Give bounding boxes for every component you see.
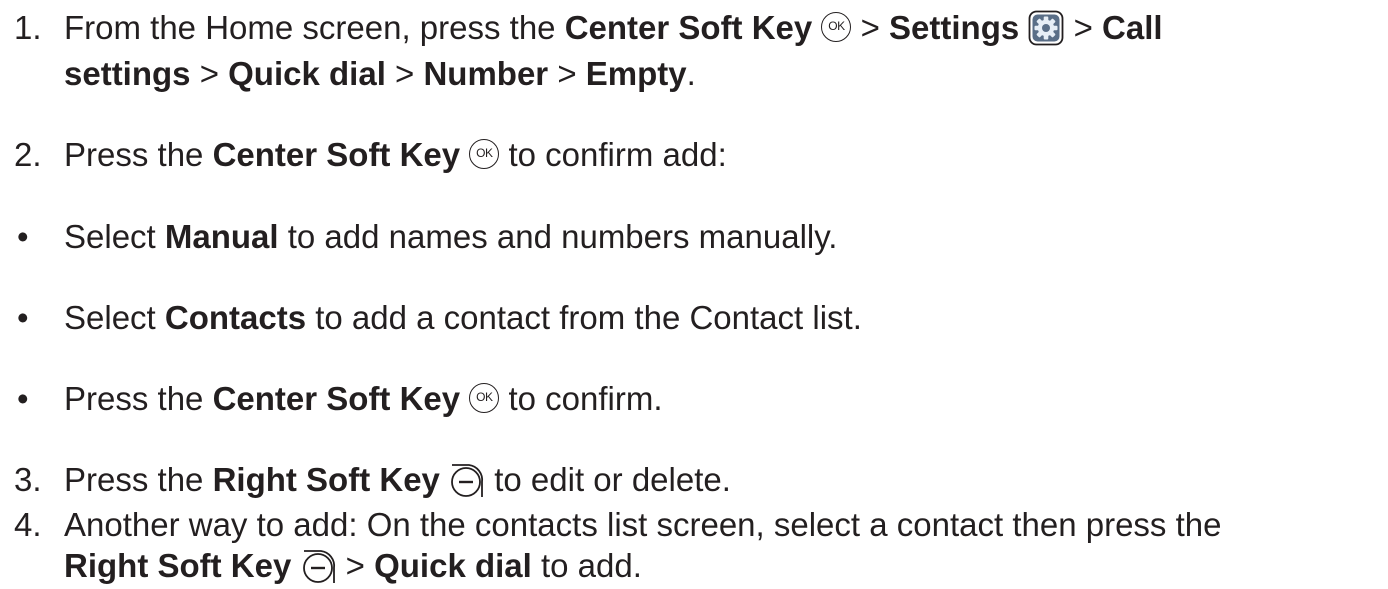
bullet-marker: • xyxy=(17,218,29,255)
step-text: Another way to add: On the contacts list… xyxy=(64,506,1222,543)
bullet-text: Select xyxy=(64,218,165,255)
bullet-text: to add a contact from the Contact list. xyxy=(306,299,862,336)
empty-label: Empty xyxy=(585,55,687,92)
step-1-line-1: 1. From the Home screen, press the Center… xyxy=(14,8,1163,48)
separator: > xyxy=(336,547,375,584)
manual-label: Manual xyxy=(164,218,279,255)
step-4-line-2: Right Soft Key > Quick dial to add. xyxy=(64,546,642,587)
step-1-line-2: settings > Quick dial > Number > Empty. xyxy=(64,54,696,94)
period: . xyxy=(686,55,696,92)
right-soft-key-icon xyxy=(302,550,335,584)
step-number: 4. xyxy=(14,506,42,543)
bullet-item-manual: • Select Manual to add names and numbers … xyxy=(14,217,837,257)
call-settings-label: Call xyxy=(1102,9,1163,46)
separator: > xyxy=(548,55,586,92)
call-settings-label-cont: settings xyxy=(64,55,191,92)
contacts-label: Contacts xyxy=(164,299,307,336)
step-text: to confirm add: xyxy=(499,136,727,173)
right-soft-key-icon xyxy=(451,464,484,498)
bullet-text: to confirm. xyxy=(499,380,663,417)
step-number: 1. xyxy=(14,9,42,46)
bullet-text: Press the xyxy=(64,380,213,417)
separator: > xyxy=(851,9,890,46)
settings-gear-icon xyxy=(1029,10,1064,46)
bullet-item-contacts: • Select Contacts to add a contact from t… xyxy=(14,298,862,338)
center-soft-key-label: Center Soft Key xyxy=(564,9,813,46)
step-2: 2. Press the Center Soft Key OK to confir… xyxy=(14,135,727,175)
separator: > xyxy=(385,55,424,92)
bullet-marker: • xyxy=(17,380,29,417)
quick-dial-label: Quick dial xyxy=(374,547,532,584)
step-number: 3. xyxy=(14,461,42,498)
bullet-text: Select xyxy=(64,299,165,336)
step-text: to add. xyxy=(531,547,642,584)
right-soft-key-label: Right Soft Key xyxy=(64,547,292,584)
quick-dial-label: Quick dial xyxy=(228,55,386,92)
separator: > xyxy=(190,55,229,92)
ok-key-icon: OK xyxy=(469,139,500,170)
step-4-line-1: 4. Another way to add: On the contacts li… xyxy=(14,505,1221,545)
step-text: to edit or delete. xyxy=(485,461,731,498)
step-text: Press the xyxy=(64,136,213,173)
bullet-marker: • xyxy=(17,299,29,336)
instructions-document: 1. From the Home screen, press the Center… xyxy=(0,0,1388,589)
step-text: Press the xyxy=(64,461,213,498)
bullet-item-confirm: • Press the Center Soft Key OK to confirm… xyxy=(14,379,663,419)
separator: > xyxy=(1064,9,1103,46)
step-3: 3. Press the Right Soft Key to edit or de… xyxy=(14,460,731,501)
right-soft-key-label: Right Soft Key xyxy=(212,461,440,498)
center-soft-key-label: Center Soft Key xyxy=(212,136,461,173)
center-soft-key-label: Center Soft Key xyxy=(212,380,461,417)
settings-label: Settings xyxy=(889,9,1020,46)
ok-key-icon: OK xyxy=(821,12,852,43)
bullet-text: to add names and numbers manually. xyxy=(278,218,838,255)
ok-key-icon: OK xyxy=(469,383,500,414)
number-label: Number xyxy=(423,55,549,92)
step-text: From the Home screen, press the xyxy=(64,9,565,46)
step-number: 2. xyxy=(14,136,42,173)
